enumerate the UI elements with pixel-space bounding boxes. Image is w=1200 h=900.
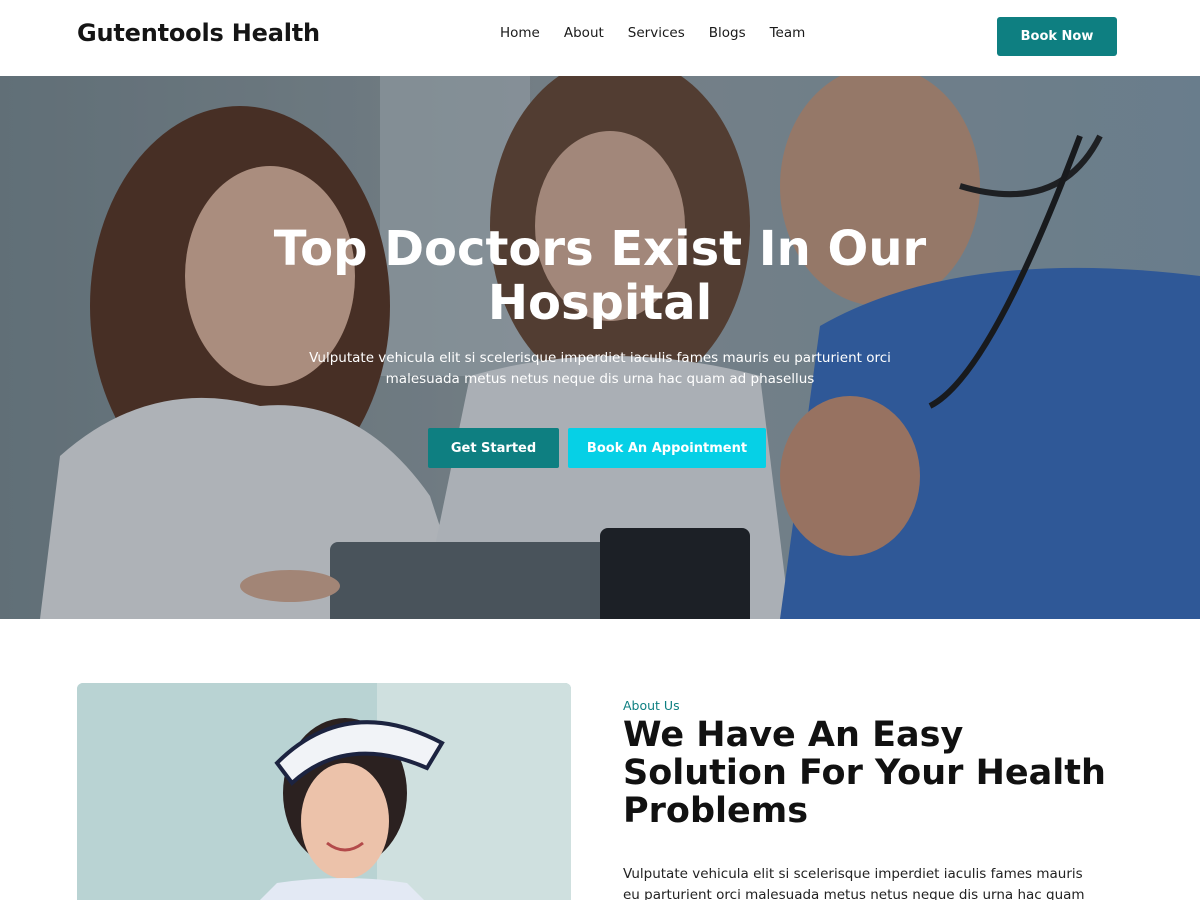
nav-team[interactable]: Team <box>770 25 806 41</box>
nurse-photo <box>77 683 571 900</box>
nav-about[interactable]: About <box>564 25 604 41</box>
about-nurse-image <box>77 683 571 900</box>
about-text: Vulputate vehicula elit si scelerisque i… <box>623 866 1085 900</box>
hero-title: Top Doctors Exist In Our Hospital <box>273 221 927 331</box>
nav-home[interactable]: Home <box>500 25 540 41</box>
nav-blogs[interactable]: Blogs <box>709 25 746 41</box>
hero-description: Vulputate vehicula elit si scelerisque i… <box>309 350 891 387</box>
nav-services[interactable]: Services <box>628 25 685 41</box>
about-label: About Us <box>623 698 680 713</box>
site-header: Gutentools Health Home About Services Bl… <box>0 0 1200 76</box>
hero-section: Top Doctors Exist In Our Hospital Vulput… <box>0 76 1200 619</box>
site-logo-text[interactable]: Gutentools Health <box>77 19 320 47</box>
main-nav: Home About Services Blogs Team <box>500 25 829 41</box>
book-now-button[interactable]: Book Now <box>997 17 1117 56</box>
get-started-button[interactable]: Get Started <box>428 428 559 468</box>
about-title: We Have An Easy Solution For Your Health… <box>623 715 1106 831</box>
book-appointment-button[interactable]: Book An Appointment <box>568 428 766 468</box>
